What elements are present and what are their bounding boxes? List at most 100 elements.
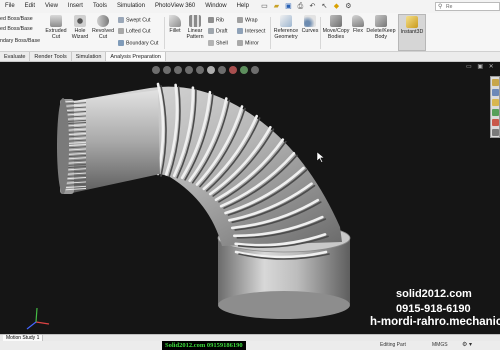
linear-pattern-label-2: Pattern: [186, 34, 204, 40]
menu-photoview[interactable]: PhotoView 360: [150, 0, 200, 13]
menu-window[interactable]: Window: [200, 0, 231, 13]
rib-button[interactable]: Rib: [208, 17, 224, 24]
search-placeholder: Re: [446, 4, 453, 10]
status-editing-part: Editing Part: [380, 342, 406, 348]
delete-keep-body-button[interactable]: Delete/Keep Body: [366, 15, 396, 40]
menu-help[interactable]: Help: [232, 0, 254, 13]
open-icon[interactable]: ▰: [272, 2, 281, 11]
curves-icon: [304, 15, 316, 27]
boss-base-label: ndary Boss/Base: [0, 38, 41, 44]
zoom-to-fit-icon[interactable]: [152, 66, 160, 74]
lofted-cut-button[interactable]: Lofted Cut: [118, 28, 150, 35]
wrap-button[interactable]: Wrap: [237, 17, 258, 24]
linear-pattern-icon: [189, 15, 201, 27]
boundary-boss-base-item[interactable]: ndary Boss/Base: [0, 38, 40, 45]
watermark-website: solid2012.com: [396, 288, 472, 300]
instant3d-icon: [406, 16, 418, 28]
tab-evaluate[interactable]: Evaluate: [0, 52, 31, 61]
move-copy-bodies-icon: [330, 15, 342, 27]
appearances-icon[interactable]: [491, 119, 499, 126]
mouse-cursor-icon: [316, 151, 325, 163]
intersect-label: Intersect: [245, 28, 266, 35]
extruded-cut-button[interactable]: Extruded Cut: [44, 15, 68, 40]
mirror-icon: [237, 40, 243, 46]
select-icon[interactable]: ↖: [320, 2, 329, 11]
menu-tools[interactable]: Tools: [88, 0, 112, 13]
hide-show-icon[interactable]: [218, 66, 226, 74]
graphics-viewport[interactable]: ▭ ▣ ✕ solid2012.com 0915-918-6190 h-mord…: [0, 62, 500, 334]
instant3d-button[interactable]: Instant3D: [398, 14, 426, 51]
draft-button[interactable]: Draft: [208, 28, 227, 35]
reference-geometry-button[interactable]: Reference Geometry: [272, 15, 300, 40]
display-style-icon[interactable]: [207, 66, 215, 74]
heads-up-view-toolbar: [152, 65, 259, 75]
view-settings-icon[interactable]: [251, 66, 259, 74]
view-orientation-icon[interactable]: [196, 66, 204, 74]
watermark-phone: 0915-918-6190: [396, 303, 471, 315]
shell-label: Shell: [216, 40, 228, 47]
rib-label: Rib: [216, 17, 224, 24]
fillet-icon: [169, 15, 181, 27]
shell-icon: [208, 40, 214, 46]
lofted-cut-label: Lofted Cut: [126, 28, 151, 35]
mirror-button[interactable]: Mirror: [237, 40, 259, 47]
curves-button[interactable]: Curves: [300, 15, 320, 34]
section-view-icon[interactable]: [185, 66, 193, 74]
task-pane-tabs: [490, 76, 500, 138]
extruded-cut-icon: [50, 15, 62, 27]
intersect-button[interactable]: Intersect: [237, 28, 265, 35]
status-watermark: Solid2012.com 09159186190: [162, 341, 246, 350]
zoom-area-icon[interactable]: [163, 66, 171, 74]
reference-triad-icon: [26, 307, 50, 330]
menu-insert[interactable]: Insert: [63, 0, 88, 13]
ribbon-separator: [270, 17, 271, 49]
menu-view[interactable]: View: [40, 0, 63, 13]
hole-wizard-button[interactable]: Hole Wizard: [69, 15, 91, 40]
revolved-cut-label-2: Cut: [98, 34, 108, 40]
tab-simulation[interactable]: Simulation: [72, 52, 107, 61]
status-options-icon[interactable]: ⚙ ▾: [462, 341, 472, 350]
flex-label: Flex: [352, 28, 363, 34]
boss-base-item-2[interactable]: ed Boss/Base: [0, 26, 33, 33]
revolved-cut-button[interactable]: Revolved Cut: [91, 15, 115, 40]
search-icon: ⚲: [438, 4, 443, 10]
view-palette-icon[interactable]: [491, 109, 499, 116]
status-units[interactable]: MMGS: [432, 341, 448, 350]
boss-base-item-1[interactable]: ed Boss/Base: [0, 16, 33, 23]
swept-cut-icon: [118, 17, 124, 23]
appearance-icon[interactable]: [229, 66, 237, 74]
fillet-button[interactable]: Fillet: [166, 15, 184, 34]
linear-pattern-button[interactable]: Linear Pattern: [184, 15, 206, 40]
save-icon[interactable]: ▣: [284, 2, 293, 11]
menu-edit[interactable]: Edit: [20, 0, 40, 13]
file-explorer-icon[interactable]: [491, 99, 499, 106]
reference-geometry-icon: [280, 15, 292, 27]
rebuild-icon[interactable]: ◆: [332, 2, 341, 11]
delete-keep-body-icon: [375, 15, 387, 27]
draft-label: Draft: [216, 28, 228, 35]
undo-icon[interactable]: ↶: [308, 2, 317, 11]
options-icon[interactable]: ⚙: [344, 2, 353, 11]
previous-view-icon[interactable]: [174, 66, 182, 74]
status-bar: Solid2012.com 09159186190 Editing Part M…: [0, 341, 500, 350]
revolved-cut-icon: [97, 15, 109, 27]
resources-icon[interactable]: [491, 79, 499, 86]
viewport-window-controls[interactable]: ▭ ▣ ✕: [466, 63, 496, 70]
tab-analysis-preparation[interactable]: Analysis Preparation: [106, 52, 166, 61]
print-icon[interactable]: ⎙: [296, 2, 305, 11]
menu-file[interactable]: File: [0, 0, 20, 13]
shell-button[interactable]: Shell: [208, 40, 228, 47]
design-library-icon[interactable]: [491, 89, 499, 96]
lofted-cut-icon: [118, 28, 124, 34]
scene-icon[interactable]: [240, 66, 248, 74]
menu-simulation[interactable]: Simulation: [112, 0, 150, 13]
left-straight-section: [57, 90, 160, 194]
flex-button[interactable]: Flex: [350, 15, 366, 34]
tab-render-tools[interactable]: Render Tools: [30, 52, 72, 61]
swept-cut-button[interactable]: Swept Cut: [118, 17, 150, 24]
search-input[interactable]: ⚲ Re: [435, 2, 500, 11]
new-icon[interactable]: ▭: [260, 2, 269, 11]
move-copy-bodies-button[interactable]: Move/Copy Bodies: [322, 15, 350, 40]
custom-properties-icon[interactable]: [491, 129, 499, 136]
boundary-cut-button[interactable]: Boundary Cut: [118, 40, 158, 47]
